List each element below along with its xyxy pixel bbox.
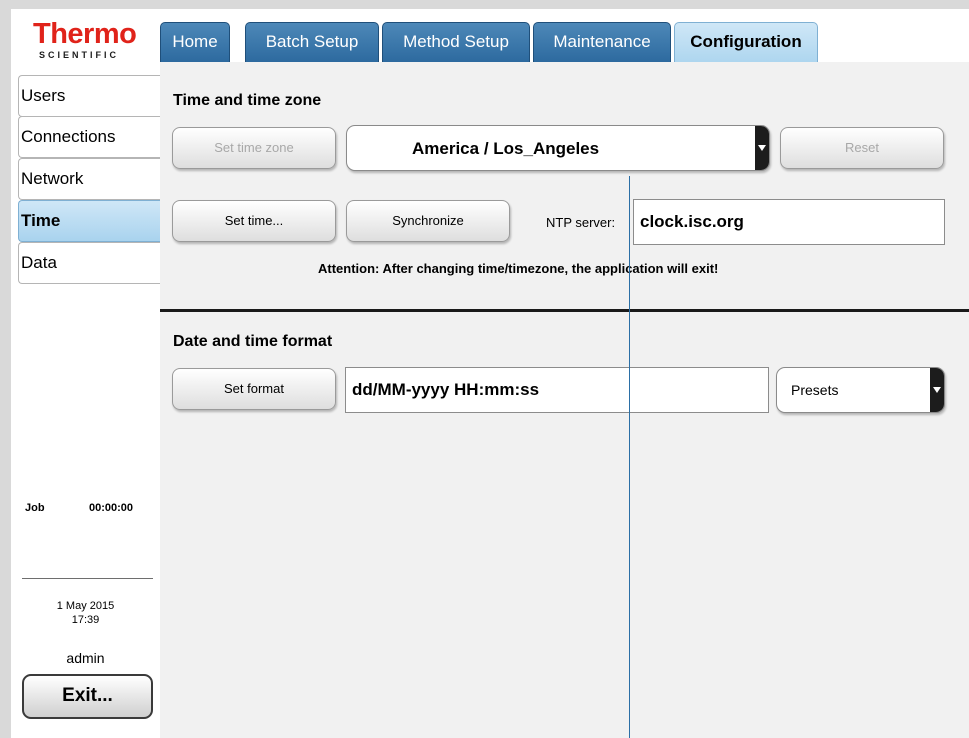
sidebar: Users Connections Network Time Data Job …	[11, 62, 160, 738]
time-zone-value: America / Los_Angeles	[412, 139, 600, 158]
current-user: admin	[66, 650, 105, 666]
attention-message: Attention: After changing time/timezone,…	[318, 261, 719, 276]
set-time-zone-button[interactable]: Set time zone	[172, 127, 336, 169]
left-frame-strip	[0, 0, 11, 738]
job-timer: 00:00:00	[89, 502, 134, 514]
ntp-server-input[interactable]: clock.isc.org	[633, 199, 945, 245]
logo-brand-text: Thermo	[33, 18, 137, 50]
sidebar-item-connections[interactable]: Connections	[18, 116, 160, 158]
tab-home[interactable]: Home	[160, 22, 230, 62]
current-date: 1 May 2015	[56, 600, 115, 612]
logo-sub-text: SCIENTIFIC	[39, 50, 120, 60]
sidebar-item-time[interactable]: Time	[18, 200, 160, 242]
time-zone-dropdown[interactable]: America / Los_Angeles	[346, 125, 770, 171]
top-frame-strip	[0, 0, 969, 9]
sidebar-item-network[interactable]: Network	[18, 158, 160, 200]
tab-maintenance[interactable]: Maintenance	[533, 22, 671, 62]
sidebar-item-users[interactable]: Users	[18, 75, 160, 117]
synchronize-button[interactable]: Synchronize	[346, 200, 510, 242]
date-format-input[interactable]: dd/MM-yyyy HH:mm:ss	[345, 367, 769, 413]
date-format-heading: Date and time format	[173, 333, 333, 350]
main-tab-bar: Home Batch Setup Method Setup Maintenanc…	[160, 9, 969, 62]
presets-dropdown[interactable]: Presets	[776, 367, 945, 413]
set-format-button[interactable]: Set format	[172, 368, 336, 410]
exit-button[interactable]: Exit...	[22, 674, 153, 719]
vertical-guide-line	[629, 176, 630, 738]
reset-button[interactable]: Reset	[780, 127, 944, 169]
current-time: 17:39	[71, 614, 100, 626]
thermo-scientific-logo: Thermo SCIENTIFIC	[11, 9, 160, 62]
date-format-section: Date and time format Set format dd/MM-yy…	[160, 312, 969, 738]
sidebar-item-data[interactable]: Data	[18, 242, 160, 284]
tab-method-setup[interactable]: Method Setup	[382, 22, 530, 62]
time-zone-heading: Time and time zone	[173, 92, 322, 109]
set-time-button[interactable]: Set time...	[172, 200, 336, 242]
tab-batch-setup[interactable]: Batch Setup	[245, 22, 379, 62]
job-label: Job	[25, 502, 45, 514]
time-zone-section: Time and time zone Set time zone America…	[160, 62, 969, 309]
tab-configuration[interactable]: Configuration	[674, 22, 818, 62]
presets-label: Presets	[791, 382, 839, 398]
chevron-down-icon	[930, 368, 944, 412]
sidebar-divider	[22, 578, 153, 579]
ntp-server-label: NTP server:	[546, 215, 616, 230]
main-panel: Time and time zone Set time zone America…	[160, 62, 969, 738]
chevron-down-icon	[755, 126, 769, 170]
